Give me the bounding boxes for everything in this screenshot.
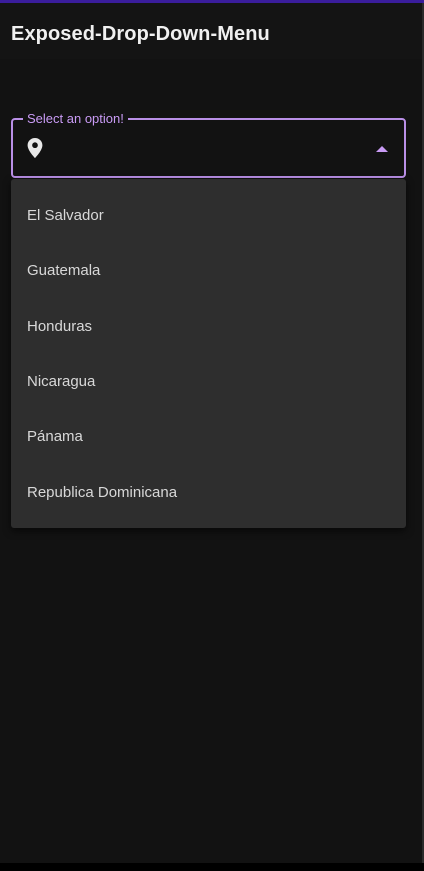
menu-item-guatemala[interactable]: Guatemala bbox=[11, 243, 406, 298]
dropdown-field[interactable]: Select an option! bbox=[11, 110, 406, 178]
menu-item-panama[interactable]: Pánama bbox=[11, 409, 406, 464]
location-pin-icon bbox=[27, 138, 43, 158]
menu-item-republica-dominicana[interactable]: Republica Dominicana bbox=[11, 465, 406, 520]
menu-item-honduras[interactable]: Honduras bbox=[11, 299, 406, 354]
menu-item-el-salvador[interactable]: El Salvador bbox=[11, 188, 406, 243]
app-title: Exposed-Drop-Down-Menu bbox=[11, 23, 270, 45]
menu-item-nicaragua[interactable]: Nicaragua bbox=[11, 354, 406, 409]
arrow-drop-up-icon[interactable] bbox=[376, 146, 388, 152]
dropdown-label: Select an option! bbox=[23, 110, 128, 128]
dropdown-menu: El Salvador Guatemala Honduras Nicaragua… bbox=[11, 179, 406, 528]
system-nav-bar bbox=[0, 863, 424, 871]
top-app-bar: Exposed-Drop-Down-Menu bbox=[0, 3, 424, 59]
